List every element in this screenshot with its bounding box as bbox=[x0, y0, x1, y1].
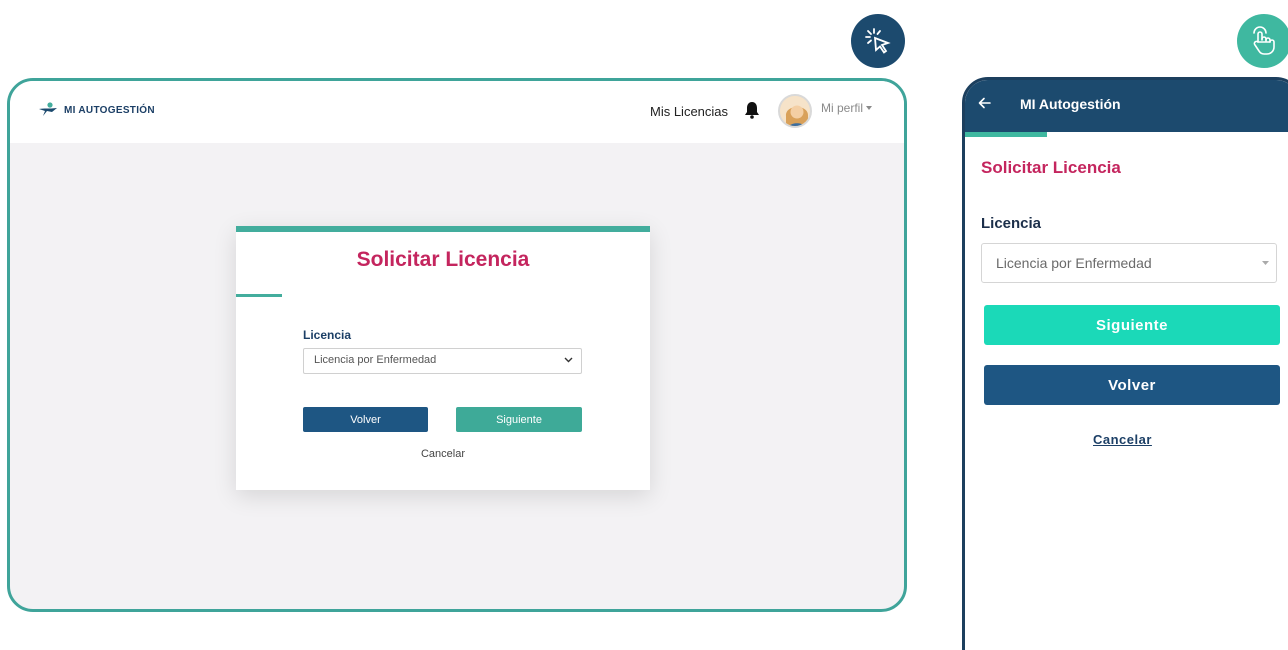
chevron-down-icon bbox=[1262, 261, 1269, 265]
touch-tap-icon bbox=[1253, 26, 1275, 55]
top-navbar: MI AUTOGESTIÓN Mis Licencias Mi perfil bbox=[10, 81, 904, 143]
page-title: Solicitar Licencia bbox=[981, 158, 1121, 177]
back-button[interactable]: Volver bbox=[984, 365, 1280, 405]
license-field-label: Licencia bbox=[981, 215, 1042, 232]
brand-logo[interactable]: MI AUTOGESTIÓN bbox=[38, 102, 155, 118]
license-select[interactable]: Licencia por Enfermedad bbox=[303, 348, 582, 374]
caret-down-icon bbox=[866, 106, 873, 110]
license-select[interactable]: Licencia por Enfermedad bbox=[981, 243, 1277, 283]
request-license-card: Solicitar Licencia Licencia Licencia por… bbox=[236, 226, 650, 490]
mouse-click-icon bbox=[865, 28, 891, 54]
cancel-link[interactable]: Cancelar bbox=[236, 448, 650, 460]
nav-link-mis-licencias[interactable]: Mis Licencias bbox=[650, 104, 728, 119]
header-accent-line bbox=[965, 132, 1047, 137]
chevron-down-icon bbox=[564, 357, 573, 363]
license-field-label: Licencia bbox=[303, 328, 352, 342]
next-button[interactable]: Siguiente bbox=[984, 305, 1280, 345]
back-arrow-icon[interactable] bbox=[978, 95, 992, 114]
profile-menu[interactable]: Mi perfil bbox=[821, 101, 873, 115]
license-select-value: Licencia por Enfermedad bbox=[996, 255, 1152, 271]
desktop-window: MI AUTOGESTIÓN Mis Licencias Mi perfil S… bbox=[7, 78, 907, 612]
title-accent-line bbox=[236, 294, 282, 297]
back-button[interactable]: Volver bbox=[303, 407, 428, 432]
mobile-app-title: MI Autogestión bbox=[1020, 96, 1121, 112]
brand-logo-icon bbox=[39, 102, 57, 116]
profile-label: Mi perfil bbox=[821, 101, 864, 115]
mobile-window: MI Autogestión Solicitar Licencia Licenc… bbox=[962, 77, 1288, 650]
mobile-badge bbox=[1237, 14, 1288, 68]
next-button[interactable]: Siguiente bbox=[456, 407, 582, 432]
page-title: Solicitar Licencia bbox=[356, 248, 530, 271]
desktop-badge bbox=[851, 14, 905, 68]
cancel-link[interactable]: Cancelar bbox=[1093, 432, 1152, 447]
brand-name: MI AUTOGESTIÓN bbox=[64, 104, 155, 116]
user-avatar[interactable] bbox=[778, 94, 812, 128]
bell-icon[interactable] bbox=[744, 101, 760, 123]
license-select-value: Licencia por Enfermedad bbox=[314, 354, 437, 366]
mobile-header: MI Autogestión bbox=[965, 80, 1288, 132]
